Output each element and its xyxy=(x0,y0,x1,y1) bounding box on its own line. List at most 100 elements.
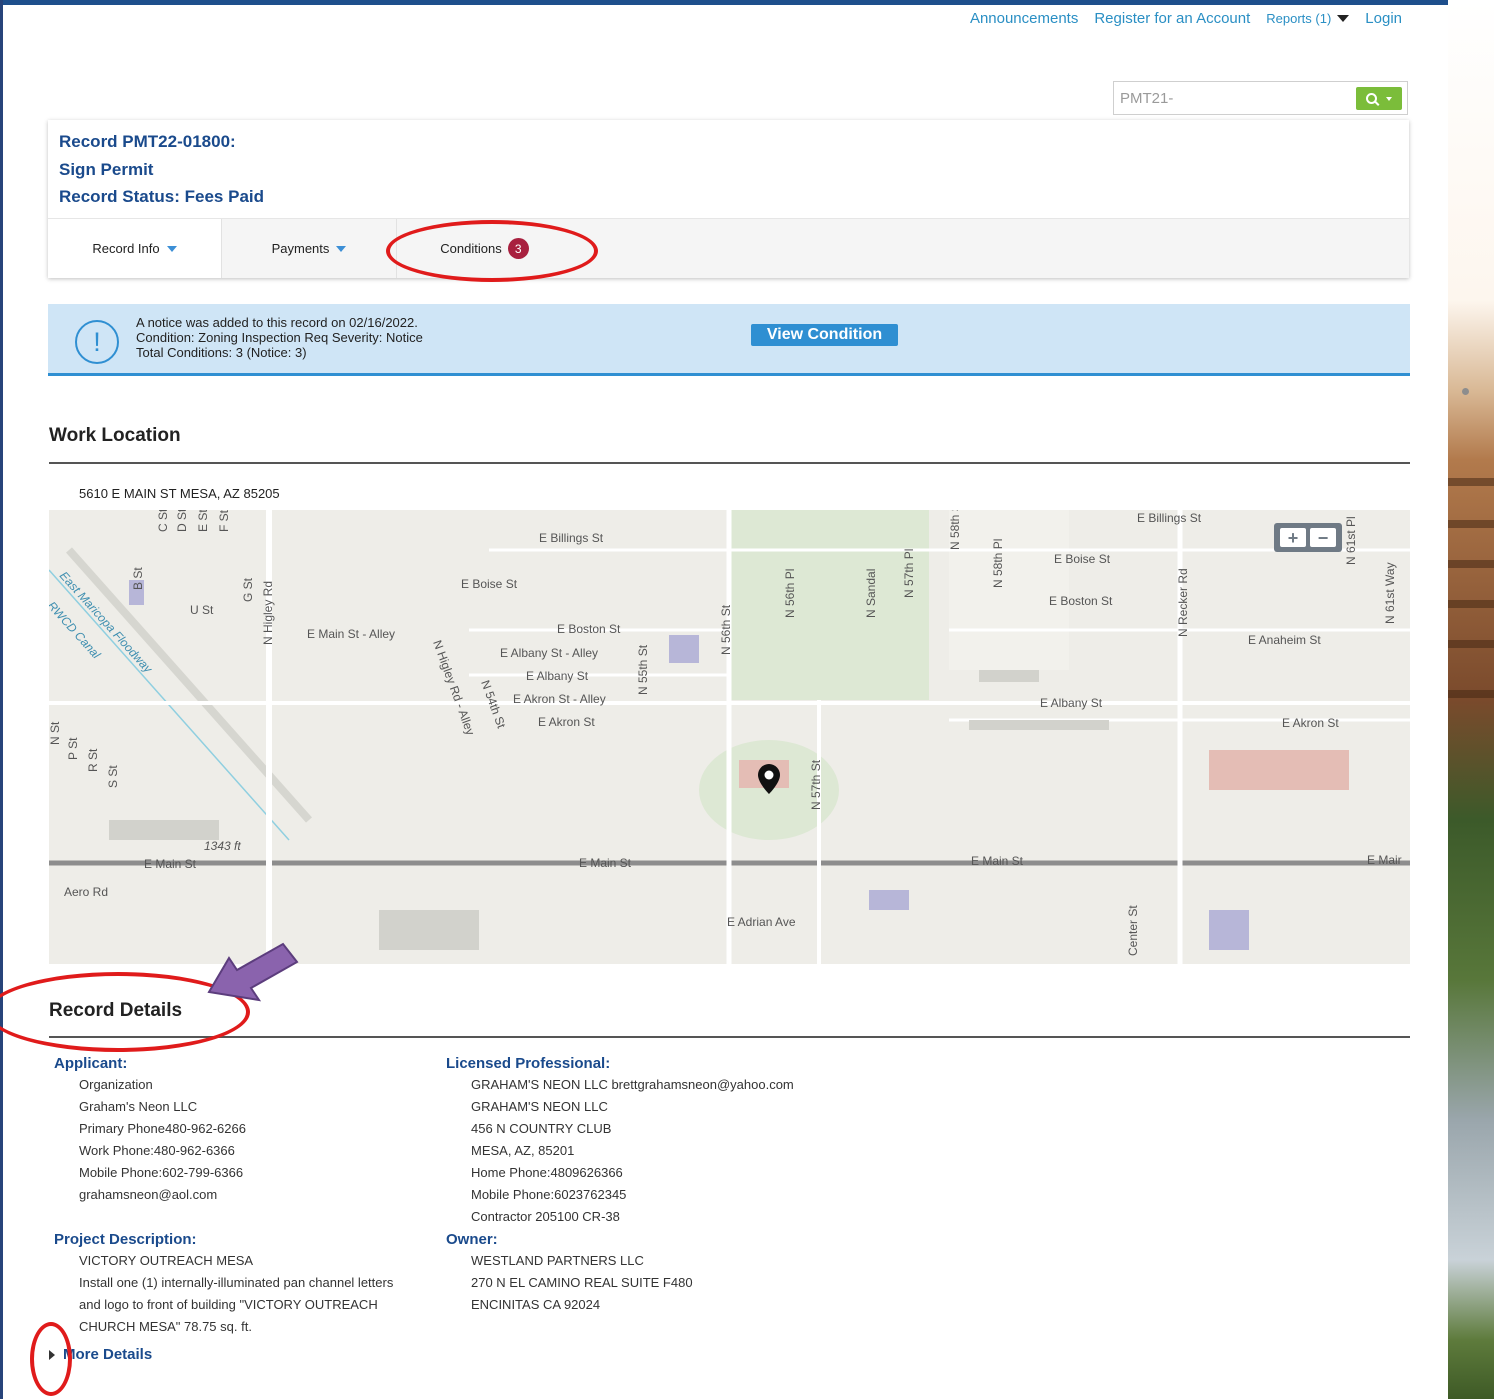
street-label: E Boston St xyxy=(1049,594,1113,608)
login-link[interactable]: Login xyxy=(1365,10,1402,27)
photo-detail xyxy=(1448,560,1494,568)
work-location-address: 5610 E MAIN ST MESA, AZ 85205 xyxy=(79,486,280,501)
notice-line: Total Conditions: 3 (Notice: 3) xyxy=(136,345,307,360)
project-line: CHURCH MESA" 78.75 sq. ft. xyxy=(79,1319,252,1334)
project-line: VICTORY OUTREACH MESA xyxy=(79,1253,254,1268)
condition-notice-banner: ! A notice was added to this record on 0… xyxy=(48,304,1410,376)
street-label: N 58th Pl xyxy=(991,539,1005,588)
map-canvas: E Billings St E Billings St E Boise St E… xyxy=(49,510,1410,964)
street-label: N Higley Rd - Alley xyxy=(430,638,477,737)
photo-detail xyxy=(1448,520,1494,528)
street-label: E Boise St xyxy=(461,577,518,591)
search-icon xyxy=(1366,93,1377,104)
street-label: E Anaheim St xyxy=(1248,633,1321,647)
project-line: Install one (1) internally-illuminated p… xyxy=(79,1275,394,1290)
tab-label: Payments xyxy=(271,241,330,256)
caret-down-icon xyxy=(1337,15,1350,22)
register-link[interactable]: Register for an Account xyxy=(1094,10,1250,27)
background-photo xyxy=(1448,0,1494,1399)
reports-menu[interactable]: Reports (1) xyxy=(1266,11,1350,26)
street-label: U St xyxy=(190,603,214,617)
street-label: N 61st Pl xyxy=(1344,516,1358,565)
street-label: E Main St xyxy=(144,857,197,871)
applicant-info: Organization Graham's Neon LLC Primary P… xyxy=(79,1074,246,1206)
photo-detail xyxy=(1448,478,1494,486)
street-label: E Akron St xyxy=(538,715,595,729)
licensed-professional-label: Licensed Professional: xyxy=(446,1055,611,1072)
building xyxy=(979,670,1039,682)
view-condition-button[interactable]: View Condition xyxy=(751,324,898,346)
street-label: E Albany St xyxy=(1040,696,1103,710)
building xyxy=(1209,910,1249,950)
street-label: F St xyxy=(217,510,231,532)
street-label: E Albany St - Alley xyxy=(500,646,598,660)
tab-payments[interactable]: Payments xyxy=(222,219,397,278)
building xyxy=(969,720,1109,730)
top-border xyxy=(0,0,1494,5)
street-label: N Sandal xyxy=(864,569,878,618)
caret-down-icon xyxy=(166,245,177,252)
owner-line: 270 N EL CAMINO REAL SUITE F480 xyxy=(471,1275,693,1290)
street-label: Center St xyxy=(1126,905,1140,956)
location-map[interactable]: E Billings St E Billings St E Boise St E… xyxy=(49,510,1410,964)
applicant-line: Mobile Phone:602-799-6366 xyxy=(79,1165,244,1180)
record-header-card: Record PMT22-01800: Sign Permit Record S… xyxy=(48,120,1409,278)
applicant-line: Graham's Neon LLC xyxy=(79,1099,198,1114)
tab-label: Record Info xyxy=(92,241,160,256)
licensed-professional-info: GRAHAM'S NEON LLC brettgrahamsneon@yahoo… xyxy=(471,1074,794,1228)
owner-line: WESTLAND PARTNERS LLC xyxy=(471,1253,644,1268)
street-label: E Mair xyxy=(1367,853,1402,867)
street-label: E Akron St xyxy=(1282,716,1339,730)
left-border xyxy=(0,0,3,1399)
street-label: C St xyxy=(156,510,170,532)
project-description-label: Project Description: xyxy=(54,1231,197,1248)
search-input[interactable] xyxy=(1114,82,1344,114)
street-label: N Recker Rd xyxy=(1176,568,1190,637)
street-label: N 57th Pl xyxy=(902,549,916,598)
map-zoom-controls: + − xyxy=(1274,523,1342,552)
zoom-in-button[interactable]: + xyxy=(1280,528,1306,547)
caret-down-icon xyxy=(336,245,347,252)
applicant-line: Primary Phone480-962-6266 xyxy=(79,1121,246,1136)
street-label: N 61st Way xyxy=(1383,562,1397,624)
search-button[interactable] xyxy=(1356,87,1402,110)
announcements-link[interactable]: Announcements xyxy=(970,10,1078,27)
owner-info: WESTLAND PARTNERS LLC 270 N EL CAMINO RE… xyxy=(471,1250,693,1316)
notice-line: A notice was added to this record on 02/… xyxy=(136,315,418,330)
chevron-down-icon xyxy=(1386,96,1392,101)
professional-line: Mobile Phone:6023762345 xyxy=(471,1187,627,1202)
applicant-label: Applicant: xyxy=(54,1055,128,1072)
street-label: E Albany St xyxy=(526,669,589,683)
notice-line: Condition: Zoning Inspection Req Severit… xyxy=(136,330,423,345)
street-label: E St xyxy=(196,510,210,532)
elevation-label: 1343 ft xyxy=(204,839,241,853)
building xyxy=(109,820,219,840)
street-label: E Main St - Alley xyxy=(307,627,395,641)
zoom-out-button[interactable]: − xyxy=(1310,528,1336,547)
street-label: E Adrian Ave xyxy=(727,915,796,929)
photo-detail xyxy=(1462,388,1469,395)
global-search xyxy=(1113,81,1408,115)
street-label: N 58th St xyxy=(948,510,962,550)
owner-line: ENCINITAS CA 92024 xyxy=(471,1297,601,1312)
street-label: E Main St xyxy=(579,856,632,870)
photo-detail xyxy=(1448,640,1494,648)
building xyxy=(1209,750,1349,790)
block-area xyxy=(949,510,1069,670)
street-label: E Akron St - Alley xyxy=(513,692,606,706)
record-number: Record PMT22-01800: xyxy=(59,132,236,151)
building xyxy=(669,635,699,663)
annotation-arrow-icon xyxy=(207,942,299,1002)
street-label: N St xyxy=(49,721,62,745)
applicant-line: Work Phone:480-962-6366 xyxy=(79,1143,235,1158)
street-label: E Boston St xyxy=(557,622,621,636)
record-status: Record Status: Fees Paid xyxy=(59,187,265,206)
divider xyxy=(49,462,1410,464)
tab-record-info[interactable]: Record Info xyxy=(48,219,222,278)
applicant-line: Organization xyxy=(79,1077,153,1092)
photo-detail xyxy=(1448,600,1494,608)
building xyxy=(379,910,479,950)
street-label: E Boise St xyxy=(1054,552,1111,566)
annotation-circle xyxy=(30,1322,72,1396)
professional-line: Home Phone:4809626366 xyxy=(471,1165,623,1180)
